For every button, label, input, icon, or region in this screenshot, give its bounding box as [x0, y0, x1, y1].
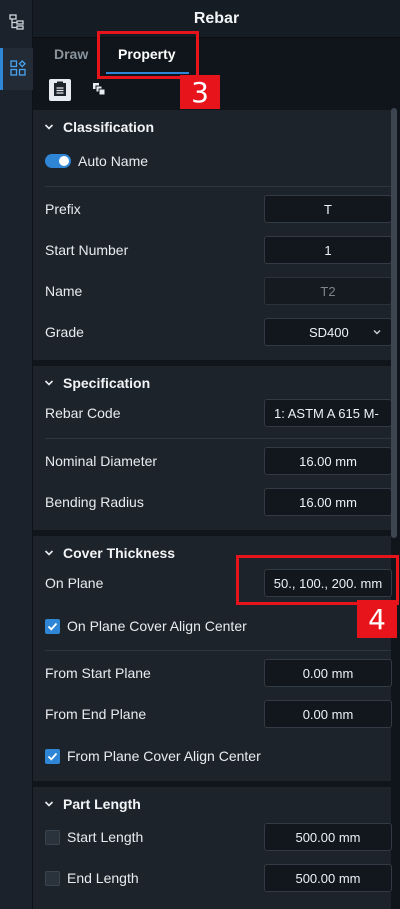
copy-layers-icon: [91, 81, 107, 100]
prefix-row: Prefix T: [33, 190, 392, 230]
checkmark-icon: [47, 619, 58, 635]
nominal-diameter-row: Nominal Diameter 16.00 mm: [33, 442, 392, 482]
from-start-plane-field[interactable]: 0.00 mm: [264, 659, 392, 687]
chevron-down-icon: [41, 119, 57, 135]
end-length-checkbox[interactable]: [45, 871, 60, 886]
chevron-down-icon: [371, 326, 383, 338]
divider: [45, 186, 391, 187]
from-plane-align-label: From Plane Cover Align Center: [67, 748, 261, 764]
section-header-classification[interactable]: Classification: [33, 110, 391, 144]
start-number-row: Start Number 1: [33, 231, 392, 271]
tree-icon: [8, 13, 25, 33]
end-length-row: End Length 500.00 mm: [33, 859, 392, 899]
callout-box-property-tab: [97, 31, 199, 79]
rebar-code-label: Rebar Code: [45, 405, 121, 421]
name-label: Name: [45, 283, 83, 299]
grade-select[interactable]: SD400: [264, 318, 392, 346]
from-start-plane-label: From Start Plane: [45, 665, 151, 681]
grade-label: Grade: [45, 324, 84, 340]
section-classification: Classification Auto Name Prefix T Start …: [33, 110, 392, 360]
from-end-plane-field[interactable]: 0.00 mm: [264, 700, 392, 728]
checkmark-icon: [47, 749, 58, 765]
prefix-field[interactable]: T: [264, 195, 392, 223]
section-title: Specification: [63, 375, 151, 391]
bending-radius-label: Bending Radius: [45, 494, 144, 510]
from-plane-align-checkbox[interactable]: [45, 749, 60, 764]
nominal-diameter-field[interactable]: 16.00 mm: [264, 447, 392, 475]
chevron-down-icon: [41, 375, 57, 391]
from-start-plane-row: From Start Plane 0.00 mm: [33, 654, 392, 694]
tab-draw[interactable]: Draw: [54, 46, 88, 62]
divider: [45, 650, 391, 651]
on-plane-align-checkbox[interactable]: [45, 619, 60, 634]
end-length-label: End Length: [67, 870, 139, 886]
rebar-code-row: Rebar Code 1: ASTM A 615 M-: [33, 394, 392, 434]
on-plane-label: On Plane: [45, 575, 104, 591]
on-plane-align-label: On Plane Cover Align Center: [67, 618, 247, 634]
scrollbar-thumb[interactable]: [391, 108, 397, 538]
copy-layers-button[interactable]: [88, 79, 110, 101]
property-panel-button[interactable]: [0, 48, 33, 90]
section-header-part-length[interactable]: Part Length: [33, 787, 391, 821]
callout-box-on-plane: [236, 555, 399, 605]
section-title: Cover Thickness: [63, 545, 176, 561]
from-end-plane-label: From End Plane: [45, 706, 147, 722]
chevron-down-icon: [41, 545, 57, 561]
bending-radius-field[interactable]: 16.00 mm: [264, 488, 392, 516]
prefix-label: Prefix: [45, 201, 81, 217]
rebar-panel: Rebar Draw Property Classification Auto …: [33, 0, 400, 909]
callout-badge-3: 3: [180, 75, 220, 109]
end-length-field[interactable]: 500.00 mm: [264, 864, 392, 892]
side-rail: [0, 0, 33, 909]
start-length-field[interactable]: 500.00 mm: [264, 823, 392, 851]
auto-name-toggle[interactable]: [45, 154, 71, 168]
section-specification: Specification Rebar Code 1: ASTM A 615 M…: [33, 366, 392, 530]
bending-radius-row: Bending Radius 16.00 mm: [33, 483, 392, 523]
name-field: T2: [264, 277, 392, 305]
clipboard-icon: [53, 81, 67, 100]
start-number-label: Start Number: [45, 242, 129, 258]
start-length-checkbox[interactable]: [45, 830, 60, 845]
tab-bar: Draw Property: [33, 38, 400, 74]
divider: [45, 438, 391, 439]
from-end-plane-row: From End Plane 0.00 mm: [33, 695, 392, 735]
start-length-label: Start Length: [67, 829, 144, 845]
name-row: Name T2: [33, 272, 392, 312]
rebar-code-field[interactable]: 1: ASTM A 615 M-: [264, 399, 392, 427]
section-part-length: Part Length Start Length 500.00 mm End L…: [33, 787, 392, 909]
nominal-diameter-label: Nominal Diameter: [45, 453, 158, 469]
panel-title: Rebar: [33, 0, 400, 38]
section-title: Part Length: [63, 796, 141, 812]
grade-value: SD400: [309, 324, 349, 340]
callout-badge-4: 4: [357, 600, 397, 638]
start-length-row: Start Length 500.00 mm: [33, 818, 392, 858]
section-title: Classification: [63, 119, 155, 135]
start-number-field[interactable]: 1: [264, 236, 392, 264]
grade-row: Grade SD400: [33, 313, 392, 353]
tree-view-button[interactable]: [0, 2, 33, 44]
auto-name-label: Auto Name: [78, 153, 149, 169]
clipboard-button[interactable]: [49, 79, 71, 101]
property-grid-icon: [10, 59, 26, 79]
chevron-down-icon: [41, 796, 57, 812]
